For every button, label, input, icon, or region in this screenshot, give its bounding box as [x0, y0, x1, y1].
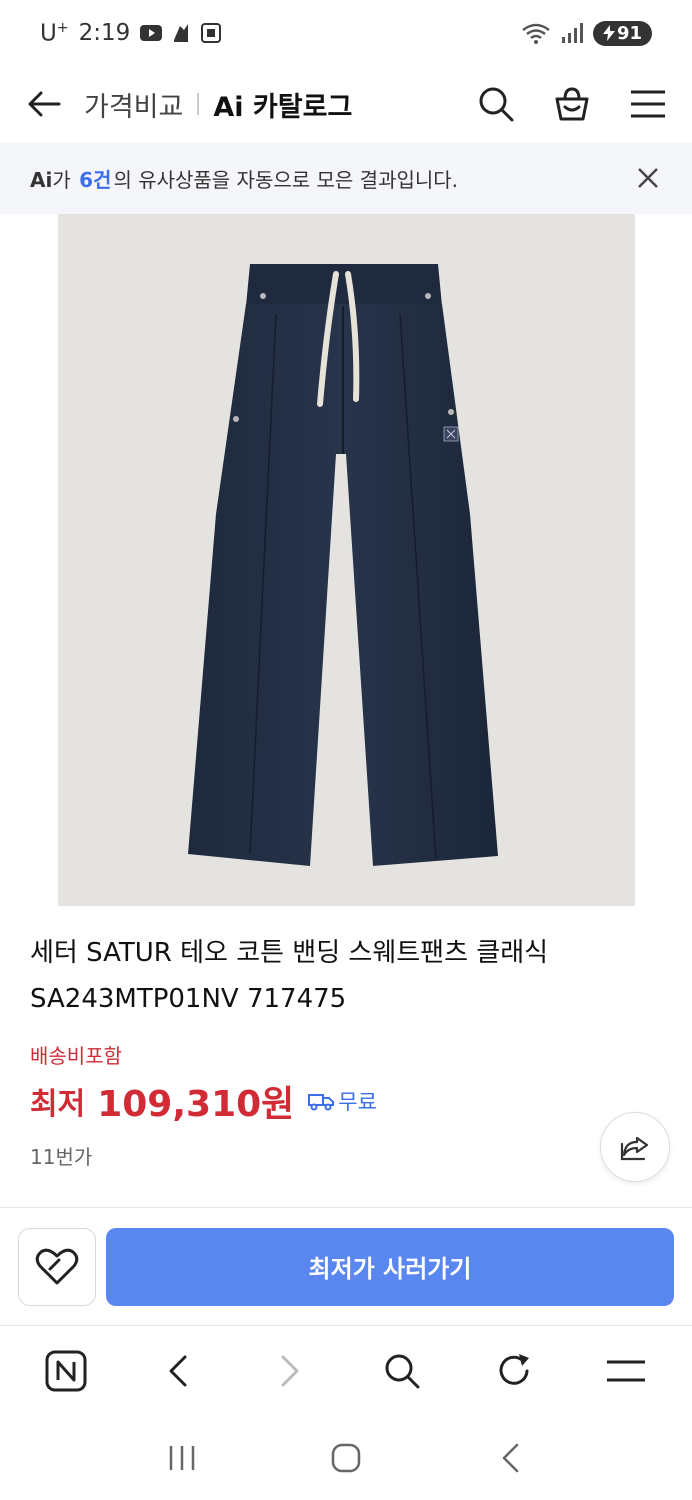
menu-button[interactable]	[628, 84, 668, 124]
ai-catalog-title: Ai 카탈로그	[213, 91, 353, 123]
shopping-bag-icon	[555, 87, 589, 121]
home-button[interactable]	[321, 1433, 371, 1483]
price-row: 최저 109,310원 무료	[30, 1075, 666, 1127]
search-icon	[479, 87, 514, 122]
hamburger-icon	[607, 1360, 645, 1381]
header-title: 가격비교 Ai 카탈로그	[84, 85, 352, 124]
status-left: U+ 2:19	[40, 19, 222, 47]
delivery-truck-icon	[308, 1094, 335, 1111]
home-icon	[331, 1443, 361, 1472]
recent-apps-icon	[169, 1445, 195, 1470]
system-back-button[interactable]	[485, 1433, 535, 1483]
system-nav-bar	[0, 1415, 692, 1500]
back-chevron-icon	[502, 1443, 519, 1472]
arrow-left-icon	[28, 91, 61, 117]
youtube-icon	[140, 25, 163, 41]
status-right: 91	[521, 20, 652, 46]
product-image[interactable]	[58, 214, 635, 906]
refresh-icon	[499, 1353, 529, 1385]
screenshot-icon	[201, 23, 222, 43]
product-info: 세터 SATUR 테오 코튼 밴딩 스웨트팬츠 클래식 SA243MTP01NV…	[30, 930, 666, 1170]
lowest-price-value: 109,310원	[97, 1084, 295, 1125]
product-title: 세터 SATUR 테오 코튼 밴딩 스웨트팬츠 클래식 SA243MTP01NV…	[30, 938, 549, 1014]
chevron-right-icon	[281, 1355, 299, 1386]
title-divider	[197, 93, 200, 115]
status-bar: U+ 2:19 91	[0, 0, 692, 66]
status-time: 2:19	[78, 20, 131, 46]
header-actions	[476, 84, 668, 124]
signal-icon	[561, 23, 583, 43]
back-button[interactable]	[24, 84, 64, 124]
seller-name: 11번가	[30, 1145, 93, 1169]
browser-menu-button[interactable]	[601, 1346, 651, 1396]
carrier-label: U+	[40, 19, 69, 47]
shipping-label: 무료	[338, 1090, 377, 1114]
share-icon	[620, 1136, 649, 1161]
battery-indicator: 91	[592, 20, 652, 46]
share-button[interactable]	[600, 1112, 670, 1182]
cart-button[interactable]	[552, 84, 592, 124]
sweatpants-illustration	[188, 264, 498, 866]
delivery-included-label: 배송비포함	[30, 1044, 122, 1068]
wifi-icon	[522, 23, 550, 44]
bottom-action-bar: 최저가 사러가기	[0, 1207, 692, 1325]
charging-icon	[602, 25, 615, 41]
recent-apps-button[interactable]	[157, 1433, 207, 1483]
naver-home-button[interactable]	[41, 1346, 91, 1396]
naver-n-icon	[45, 1350, 87, 1391]
app-header: 가격비교 Ai 카탈로그	[0, 66, 692, 142]
hamburger-icon	[631, 90, 665, 118]
heart-icon	[35, 1248, 79, 1284]
notice-close-button[interactable]	[634, 164, 662, 192]
app-notification-icon	[174, 24, 189, 42]
price-compare-link[interactable]: 가격비교	[84, 85, 183, 124]
battery-level: 91	[616, 22, 642, 44]
chevron-left-icon	[169, 1355, 187, 1386]
browser-refresh-button[interactable]	[489, 1346, 539, 1396]
browser-forward-button[interactable]	[265, 1346, 315, 1396]
search-icon	[385, 1354, 420, 1388]
search-button[interactable]	[476, 84, 516, 124]
notification-icons	[140, 22, 222, 44]
browser-search-button[interactable]	[377, 1346, 427, 1396]
buy-lowest-price-button[interactable]: 최저가 사러가기	[106, 1227, 674, 1306]
browser-nav-bar	[0, 1325, 692, 1415]
shipping-info: 무료	[308, 1086, 377, 1116]
close-icon	[638, 168, 658, 188]
browser-back-button[interactable]	[153, 1346, 203, 1396]
ai-notice-banner: Ai가 6건 의 유사상품을 자동으로 모은 결과입니다.	[0, 142, 692, 214]
notice-text: Ai가 6건 의 유사상품을 자동으로 모은 결과입니다.	[30, 167, 459, 192]
wishlist-button[interactable]	[18, 1227, 96, 1306]
lowest-price-label: 최저	[30, 1087, 86, 1122]
